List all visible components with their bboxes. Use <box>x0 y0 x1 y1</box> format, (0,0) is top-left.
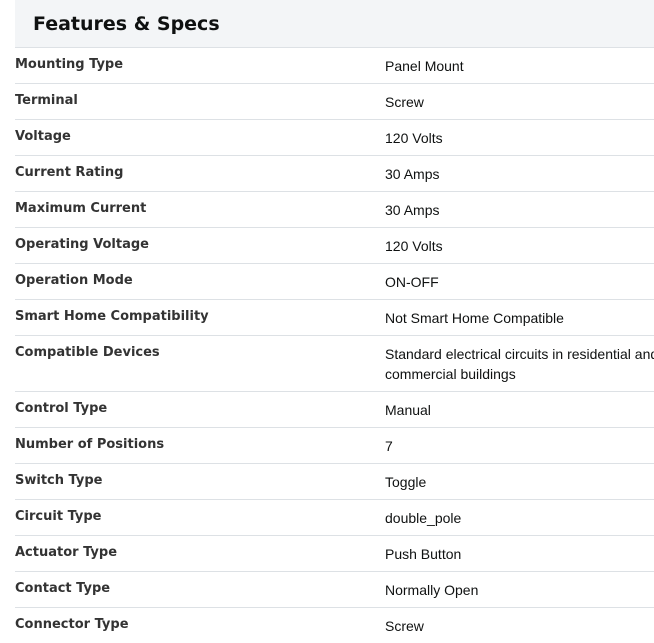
spec-row-control-type: Control Type Manual <box>15 392 654 428</box>
spec-row-contact-type: Contact Type Normally Open <box>15 572 654 608</box>
spec-label: Circuit Type <box>15 509 102 524</box>
section-title: Features & Specs <box>33 12 220 35</box>
features-specs-panel: Features & Specs Mounting Type Panel Mou… <box>15 0 654 643</box>
spec-row-smart-home-compatibility: Smart Home Compatibility Not Smart Home … <box>15 300 654 336</box>
spec-value-line: commercial buildings <box>385 366 516 382</box>
specs-table: Mounting Type Panel Mount Terminal Screw… <box>15 48 654 643</box>
spec-row-maximum-current: Maximum Current 30 Amps <box>15 192 654 228</box>
spec-value: Normally Open <box>385 582 479 598</box>
spec-value: Toggle <box>385 474 427 490</box>
spec-label: Connector Type <box>15 617 129 632</box>
spec-value-line: Standard electrical circuits in resident… <box>385 346 654 362</box>
spec-label: Maximum Current <box>15 201 147 216</box>
spec-value: Screw <box>385 94 424 110</box>
spec-label: Compatible Devices <box>15 345 160 360</box>
spec-row-mounting-type: Mounting Type Panel Mount <box>15 48 654 84</box>
spec-label: Current Rating <box>15 165 124 180</box>
spec-row-circuit-type: Circuit Type double_pole <box>15 500 654 536</box>
spec-value: 7 <box>385 438 393 454</box>
spec-row-compatible-devices: Compatible Devices Standard electrical c… <box>15 336 654 392</box>
spec-label: Operating Voltage <box>15 237 149 252</box>
spec-label: Actuator Type <box>15 545 118 560</box>
spec-label: Number of Positions <box>15 437 165 452</box>
spec-label: Control Type <box>15 401 108 416</box>
spec-value: Manual <box>385 402 431 418</box>
spec-value: Screw <box>385 618 424 634</box>
spec-row-number-of-positions: Number of Positions 7 <box>15 428 654 464</box>
spec-value: 30 Amps <box>385 166 440 182</box>
spec-value: ON-OFF <box>385 274 439 290</box>
spec-row-actuator-type: Actuator Type Push Button <box>15 536 654 572</box>
spec-label: Operation Mode <box>15 273 133 288</box>
spec-row-operation-mode: Operation Mode ON-OFF <box>15 264 654 300</box>
spec-value: Not Smart Home Compatible <box>385 310 564 326</box>
spec-value: 30 Amps <box>385 202 440 218</box>
spec-value: double_pole <box>385 510 462 526</box>
spec-row-voltage: Voltage 120 Volts <box>15 120 654 156</box>
spec-row-terminal: Terminal Screw <box>15 84 654 120</box>
spec-value: Standard electrical circuits in resident… <box>385 336 654 391</box>
spec-row-connector-type: Connector Type Screw <box>15 608 654 643</box>
spec-label: Contact Type <box>15 581 111 596</box>
spec-value: 120 Volts <box>385 238 443 254</box>
section-header: Features & Specs <box>15 0 654 48</box>
spec-value: Push Button <box>385 546 462 562</box>
spec-label: Voltage <box>15 129 71 144</box>
spec-label: Terminal <box>15 93 78 108</box>
spec-label: Smart Home Compatibility <box>15 309 209 324</box>
spec-value: Panel Mount <box>385 58 464 74</box>
spec-label: Switch Type <box>15 473 103 488</box>
spec-value: 120 Volts <box>385 130 443 146</box>
spec-row-switch-type: Switch Type Toggle <box>15 464 654 500</box>
spec-label: Mounting Type <box>15 57 124 72</box>
spec-row-operating-voltage: Operating Voltage 120 Volts <box>15 228 654 264</box>
spec-row-current-rating: Current Rating 30 Amps <box>15 156 654 192</box>
